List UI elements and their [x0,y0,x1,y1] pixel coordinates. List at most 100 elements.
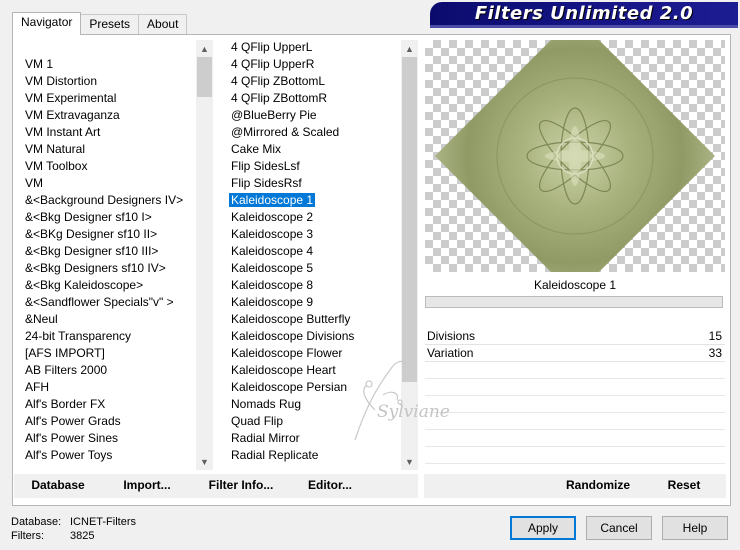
filter-list[interactable]: 4 QFlip UpperL 4 QFlip UpperR 4 QFlip ZBot… [226,39,401,468]
category-scroll-thumb[interactable] [197,57,212,97]
filter-item[interactable]: 4 QFlip ZBottomR [226,90,401,107]
scroll-down-icon[interactable]: ▼ [401,453,418,470]
scroll-up-icon[interactable]: ▲ [401,40,418,57]
preview-canvas [425,16,725,296]
editor-button[interactable]: Editor... [292,474,368,496]
category-item[interactable]: VM 1 [20,56,196,73]
param-row-divisions[interactable]: Divisions 15 [425,328,725,345]
filter-item[interactable]: Kaleidoscope 3 [226,226,401,243]
category-item[interactable]: &Neul [20,311,196,328]
filter-item[interactable]: Nomads Rug [226,396,401,413]
category-item[interactable]: Alf's Power Grads [20,413,196,430]
category-item-label: &<Bkg Kaleidoscope> [25,278,144,292]
category-item-label: &<Background Designers IV> [25,193,184,207]
category-item[interactable]: &<Background Designers IV> [20,192,196,209]
category-item[interactable]: VM Extravaganza [20,107,196,124]
category-item[interactable]: &<Bkg Designer sf10 I> [20,209,196,226]
filter-item[interactable]: Kaleidoscope Butterfly [226,311,401,328]
tab-presets[interactable]: Presets [80,14,140,34]
randomize-button[interactable]: Randomize [558,474,638,496]
category-list[interactable]: VM 1 VM Distortion VM Experimental VM Extra… [20,56,196,468]
category-item[interactable]: VM Instant Art [20,124,196,141]
tab-about[interactable]: About [138,14,188,34]
filter-item[interactable]: Kaleidoscope 4 [226,243,401,260]
category-item[interactable]: Alf's Power Sines [20,430,196,447]
filter-item[interactable]: Kaleidoscope 1 [226,192,401,209]
category-item[interactable]: VM Experimental [20,90,196,107]
filter-item-label: Nomads Rug [231,397,302,411]
category-item[interactable]: Alf's Border FX [20,396,196,413]
tab-strip: Navigator Presets About [12,12,188,35]
database-button[interactable]: Database [18,474,98,496]
category-item-label: &<Bkg Designer sf10 I> [25,210,152,224]
filter-item-label: Kaleidoscope Butterfly [231,312,351,326]
param-row-empty [425,413,725,430]
filter-item[interactable]: Kaleidoscope 2 [226,209,401,226]
category-item[interactable]: &<Sandflower Specials"v" > [20,294,196,311]
filter-item[interactable]: Flip SidesLsf [226,158,401,175]
filter-item-label: Flip SidesRsf [231,176,302,190]
filter-item[interactable]: 4 QFlip UpperL [226,39,401,56]
category-item[interactable]: 24-bit Transparency [20,328,196,345]
filter-item-label: Kaleidoscope Divisions [231,329,355,343]
parameter-list: Divisions 15 Variation 33 [425,328,725,464]
filter-item-label: @BlueBerry Pie [231,108,317,122]
banner-title: Filters Unlimited 2.0 [474,3,694,24]
filter-item[interactable]: @BlueBerry Pie [226,107,401,124]
right-button-bar: Randomize Reset [424,474,726,498]
scroll-up-icon[interactable]: ▲ [196,40,213,57]
filter-item[interactable]: Kaleidoscope 5 [226,260,401,277]
filter-item-label: Kaleidoscope Persian [231,380,348,394]
filter-item[interactable]: Quad Flip [226,413,401,430]
cancel-button[interactable]: Cancel [586,516,652,540]
category-item[interactable]: &<Bkg Kaleidoscope> [20,277,196,294]
filter-item[interactable]: Kaleidoscope 8 [226,277,401,294]
param-row-variation[interactable]: Variation 33 [425,345,725,362]
apply-button[interactable]: Apply [510,516,576,540]
category-item-label: Alf's Border FX [25,397,106,411]
filter-item[interactable]: Kaleidoscope Persian [226,379,401,396]
category-item[interactable]: &<Bkg Designer sf10 III> [20,243,196,260]
param-row-empty [425,430,725,447]
reset-button[interactable]: Reset [654,474,714,496]
filter-item[interactable]: Kaleidoscope 9 [226,294,401,311]
category-item[interactable]: VM [20,175,196,192]
category-item[interactable]: AFH [20,379,196,396]
filter-item[interactable]: Kaleidoscope Heart [226,362,401,379]
param-value: 15 [708,329,722,343]
tab-navigator[interactable]: Navigator [12,12,82,35]
category-item[interactable]: VM Toolbox [20,158,196,175]
category-item[interactable]: VM Distortion [20,73,196,90]
filter-scroll-thumb[interactable] [402,57,417,382]
filter-item[interactable]: Kaleidoscope Flower [226,345,401,362]
category-item-label: VM Toolbox [25,159,88,173]
category-item[interactable]: Alf's Power Toys [20,447,196,464]
category-item-label: Alf's Power Sines [25,431,118,445]
param-value: 33 [708,346,722,360]
filter-item[interactable]: Radial Mirror [226,430,401,447]
category-item-label: &<Bkg Designer sf10 III> [25,244,159,258]
filter-item[interactable]: @Mirrored & Scaled [226,124,401,141]
help-button[interactable]: Help [662,516,728,540]
kaleidoscope-preview-image [435,16,715,296]
filter-info-button[interactable]: Filter Info... [194,474,288,496]
category-item-label: AB Filters 2000 [25,363,108,377]
filter-item[interactable]: Cake Mix [226,141,401,158]
filters-count: 3825 [70,530,95,542]
filter-item[interactable]: Kaleidoscope Divisions [226,328,401,345]
category-item[interactable]: VM Natural [20,141,196,158]
param-name: Variation [427,346,474,360]
category-item-label: Alf's Power Grads [25,414,121,428]
category-item[interactable]: &<BKg Designer sf10 II> [20,226,196,243]
filter-scrollbar[interactable]: ▲ ▼ [401,40,418,470]
filter-item[interactable]: 4 QFlip UpperR [226,56,401,73]
scroll-down-icon[interactable]: ▼ [196,453,213,470]
import-button[interactable]: Import... [112,474,182,496]
category-item[interactable]: [AFS IMPORT] [20,345,196,362]
filter-item[interactable]: 4 QFlip ZBottomL [226,73,401,90]
category-scrollbar[interactable]: ▲ ▼ [196,40,213,470]
category-item[interactable]: &<Bkg Designers sf10 IV> [20,260,196,277]
filter-item[interactable]: Radial Replicate [226,447,401,464]
category-item[interactable]: AB Filters 2000 [20,362,196,379]
filter-item[interactable]: Flip SidesRsf [226,175,401,192]
